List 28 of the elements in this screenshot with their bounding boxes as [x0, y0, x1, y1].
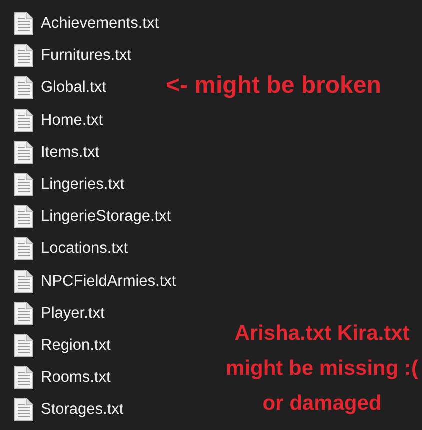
- document-icon: [14, 12, 34, 36]
- document-icon: [14, 108, 34, 133]
- file-name[interactable]: Rooms.txt: [41, 369, 111, 388]
- file-name[interactable]: Player.txt: [41, 304, 105, 323]
- document-icon: [14, 302, 34, 326]
- document-icon: [14, 334, 34, 358]
- document-icon: [14, 205, 34, 230]
- annotation-text: Arisha.txt Kira.txt might be missing :( or damaged: [226, 321, 419, 417]
- document-icon: [14, 173, 34, 198]
- file-name[interactable]: LingerieStorage.txt: [41, 208, 172, 226]
- document-icon: [14, 366, 34, 390]
- file-name[interactable]: Storages.txt: [41, 401, 124, 420]
- document-icon: [14, 237, 34, 262]
- file-name[interactable]: Home.txt: [41, 112, 104, 130]
- file-name[interactable]: Items.txt: [41, 144, 100, 162]
- document-icon: [14, 398, 34, 422]
- file-name[interactable]: Lingeries.txt: [41, 176, 125, 194]
- document-icon: [14, 270, 34, 294]
- document-icon: [14, 140, 34, 165]
- document-icon: [14, 76, 34, 100]
- annotation-text: <- might be broken: [166, 71, 382, 101]
- file-name[interactable]: Locations.txt: [41, 240, 128, 258]
- file-name[interactable]: NPCFieldArmies.txt: [41, 272, 176, 291]
- file-name[interactable]: Furnitures.txt: [41, 47, 132, 66]
- file-name[interactable]: Achievements.txt: [41, 15, 160, 34]
- file-name[interactable]: Region.txt: [41, 336, 111, 355]
- file-name[interactable]: Global.txt: [41, 79, 106, 98]
- document-icon: [14, 44, 34, 68]
